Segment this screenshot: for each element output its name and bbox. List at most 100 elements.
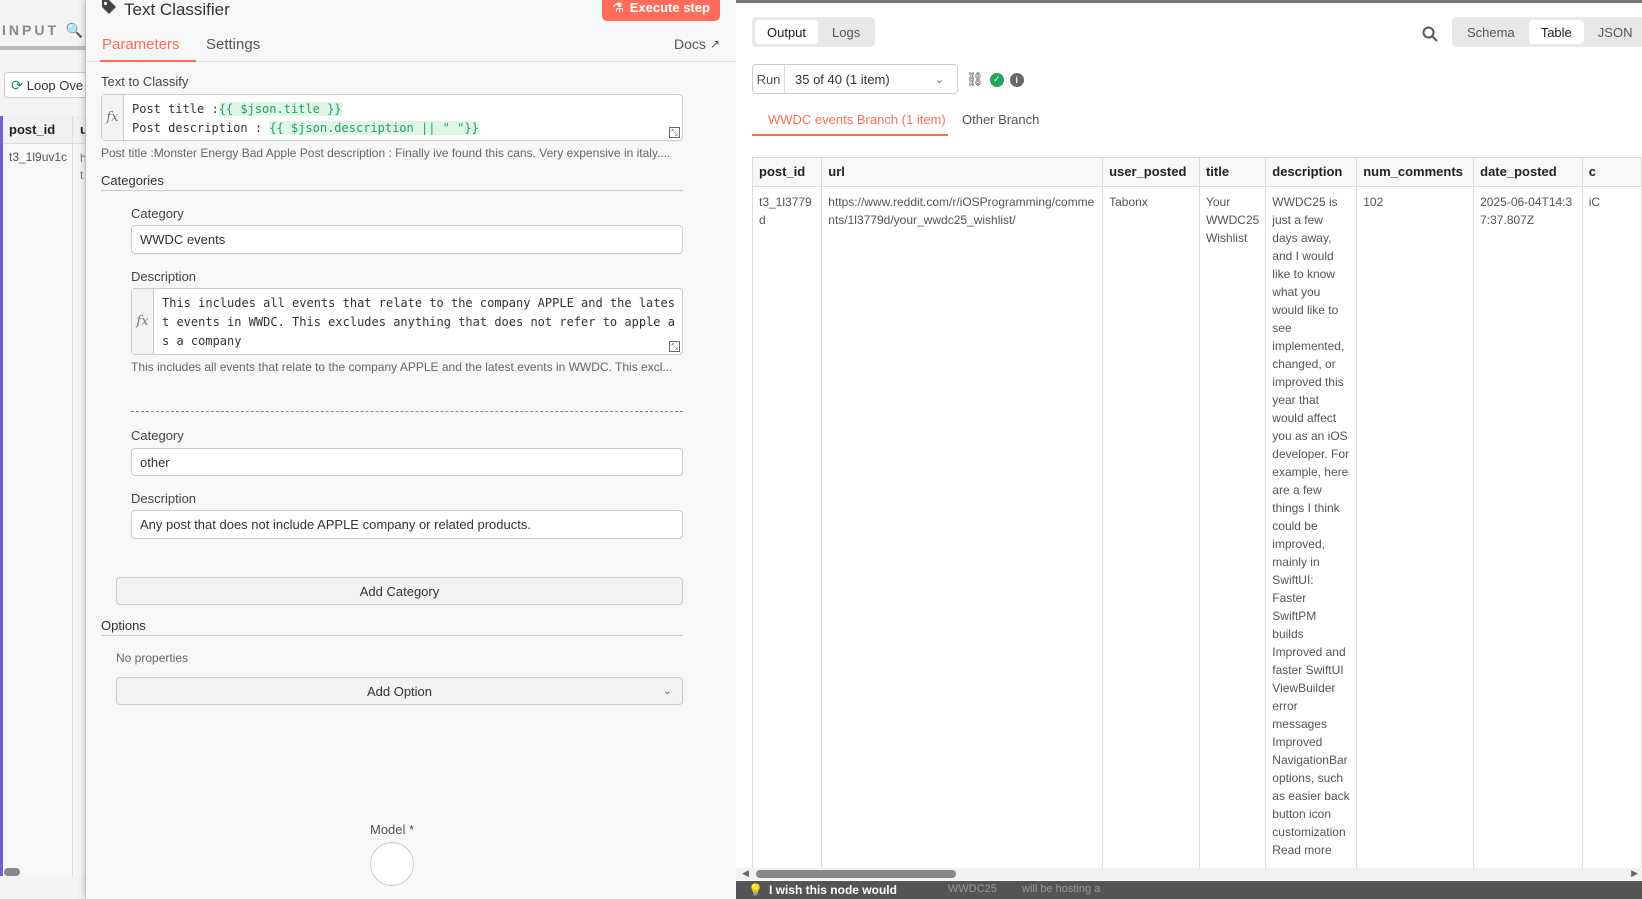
category-separator bbox=[131, 411, 683, 412]
cell-c: iC bbox=[1582, 186, 1642, 868]
external-link-icon: ↗ bbox=[709, 37, 720, 51]
category-1-name-input[interactable]: WWDC events bbox=[131, 225, 683, 254]
node-tabs: Parameters Settings Docs ↗ bbox=[86, 30, 736, 62]
category-2-name-input[interactable]: other bbox=[131, 448, 683, 476]
text-to-classify-preview: Post title :Monster Energy Bad Apple Pos… bbox=[101, 146, 671, 160]
background-text-2: will be hosting a bbox=[1022, 883, 1101, 895]
expand-icon[interactable]: ⤡ bbox=[669, 127, 680, 138]
tab-json[interactable]: JSON bbox=[1586, 20, 1642, 44]
node-title: Text Classifier bbox=[100, 0, 230, 21]
add-option-dropdown[interactable]: Add Option ⌄ bbox=[116, 677, 683, 705]
col-num-comments[interactable]: num_comments bbox=[1356, 158, 1475, 187]
category-1-description-text: This includes all events that relate to … bbox=[162, 296, 675, 348]
cell-date-posted: 2025-06-04T14:37:37.807Z bbox=[1473, 186, 1583, 868]
output-top-border bbox=[736, 0, 1642, 3]
active-branch-indicator bbox=[752, 134, 948, 136]
cell-num-comments: 102 bbox=[1356, 186, 1475, 868]
categories-label: Categories bbox=[101, 173, 164, 188]
horizontal-scrollbar[interactable]: ◀ ▶ bbox=[736, 868, 1642, 880]
run-label: Run bbox=[753, 65, 785, 93]
loop-over-button[interactable]: ⟳ Loop Ove bbox=[4, 72, 85, 98]
category-1-label: Category bbox=[131, 206, 184, 221]
tag-icon bbox=[100, 0, 118, 21]
flask-icon: ⚗ bbox=[612, 0, 624, 15]
output-panel: Output Logs Schema Table JSON Run 35 of … bbox=[736, 0, 1642, 899]
run-selector[interactable]: Run 35 of 40 (1 item) ⌄ bbox=[752, 64, 958, 94]
table-header-row: post_id url user_posted title descriptio… bbox=[753, 158, 1642, 187]
info-icon[interactable]: i bbox=[1009, 72, 1024, 87]
category-1-description-input[interactable]: fx This includes all events that relate … bbox=[131, 288, 683, 355]
tab-output[interactable]: Output bbox=[755, 20, 819, 44]
input-col-post-id: post_id bbox=[9, 122, 56, 137]
input-divider bbox=[0, 46, 85, 50]
chevron-down-icon: ⌄ bbox=[935, 73, 945, 86]
sticky-note-text: 💡 I wish this node would bbox=[748, 883, 897, 897]
col-date-posted[interactable]: date_posted bbox=[1473, 158, 1583, 187]
category-1-description-label: Description bbox=[131, 269, 197, 284]
options-divider bbox=[101, 635, 683, 636]
add-category-button[interactable]: Add Category bbox=[116, 577, 683, 605]
category-2-label: Category bbox=[131, 428, 184, 443]
input-table: post_id u t3_1l9uv1c h t bbox=[0, 116, 85, 876]
fx-icon: fx bbox=[102, 95, 124, 140]
options-label: Options bbox=[101, 618, 146, 633]
scroll-left-icon[interactable]: ◀ bbox=[742, 868, 749, 879]
unlink-icon[interactable]: ⛓ bbox=[966, 71, 984, 88]
table-row: t3_1l3779d https://www.reddit.com/r/iOSP… bbox=[753, 186, 1642, 868]
model-connector[interactable] bbox=[370, 842, 414, 886]
col-url[interactable]: url bbox=[821, 158, 1104, 187]
input-scrollbar[interactable] bbox=[4, 868, 20, 876]
input-title: INPUT 🔍 bbox=[2, 22, 86, 38]
success-check-icon: ✓ bbox=[989, 72, 1004, 87]
display-mode-toggle: Schema Table JSON bbox=[1452, 17, 1642, 47]
branch-tabs: WWDC events Branch (1 item) Other Branch bbox=[752, 104, 1632, 136]
output-logs-toggle: Output Logs bbox=[752, 17, 876, 47]
col-c[interactable]: c bbox=[1582, 158, 1642, 187]
col-description[interactable]: description bbox=[1265, 158, 1358, 187]
search-icon[interactable] bbox=[1422, 26, 1438, 47]
tab-parameters[interactable]: Parameters bbox=[102, 36, 180, 53]
node-settings-panel: Text Classifier ⚗ Execute step Parameter… bbox=[86, 0, 736, 899]
tab-table[interactable]: Table bbox=[1528, 20, 1584, 44]
run-value: 35 of 40 (1 item) bbox=[795, 71, 890, 87]
col-title[interactable]: title bbox=[1199, 158, 1267, 187]
input-table-column bbox=[3, 116, 73, 876]
col-post-id[interactable]: post_id bbox=[753, 158, 823, 187]
output-table: post_id url user_posted title descriptio… bbox=[752, 157, 1642, 868]
text-to-classify-input[interactable]: fx Post title :{{ $json.title }} Post de… bbox=[101, 94, 683, 141]
background-text-1: WWDC25 bbox=[948, 883, 997, 895]
text-to-classify-label: Text to Classify bbox=[101, 74, 189, 89]
model-label: Model * bbox=[370, 822, 415, 837]
category-2-description-label: Description bbox=[131, 491, 197, 506]
chevron-down-icon: ⌄ bbox=[662, 685, 672, 697]
text-to-classify-expression: Post title :{{ $json.title }} Post descr… bbox=[132, 102, 479, 135]
execute-step-button[interactable]: ⚗ Execute step bbox=[602, 0, 720, 21]
run-status-icons: ⛓ ✓ i bbox=[966, 71, 1024, 88]
category-2-description-input[interactable]: Any post that does not include APPLE com… bbox=[131, 510, 683, 539]
cell-title: Your WWDC25 Wishlist bbox=[1199, 186, 1267, 868]
col-user-posted[interactable]: user_posted bbox=[1102, 158, 1200, 187]
cell-post-id: t3_1l3779d bbox=[753, 186, 823, 868]
expand-icon[interactable]: ⤡ bbox=[669, 341, 680, 352]
fx-icon: fx bbox=[132, 289, 154, 354]
tab-logs[interactable]: Logs bbox=[820, 20, 872, 44]
scrollbar-thumb[interactable] bbox=[756, 870, 956, 878]
category-1-description-preview: This includes all events that relate to … bbox=[131, 360, 673, 374]
scroll-right-icon[interactable]: ▶ bbox=[1631, 868, 1638, 879]
active-tab-indicator bbox=[100, 60, 196, 62]
cell-user-posted: Tabonx bbox=[1102, 186, 1200, 868]
tab-other-branch[interactable]: Other Branch bbox=[962, 112, 1039, 127]
tab-schema[interactable]: Schema bbox=[1455, 20, 1527, 44]
docs-link[interactable]: Docs ↗ bbox=[674, 36, 720, 52]
bottom-canvas-strip: 💡 I wish this node would WWDC25 will be … bbox=[736, 881, 1642, 899]
input-cell-post-id: t3_1l9uv1c bbox=[9, 150, 68, 164]
lightbulb-icon: 💡 bbox=[748, 883, 763, 897]
tab-settings[interactable]: Settings bbox=[206, 36, 260, 53]
search-icon[interactable]: 🔍 bbox=[66, 22, 85, 38]
refresh-icon: ⟳ bbox=[11, 76, 23, 93]
tab-wwdc-branch[interactable]: WWDC events Branch (1 item) bbox=[768, 112, 946, 127]
cell-description: WWDC25 is just a few days away, and I wo… bbox=[1265, 186, 1358, 868]
no-properties-text: No properties bbox=[116, 651, 189, 665]
categories-divider bbox=[101, 190, 683, 191]
cell-url: https://www.reddit.com/r/iOSProgramming/… bbox=[821, 186, 1104, 868]
